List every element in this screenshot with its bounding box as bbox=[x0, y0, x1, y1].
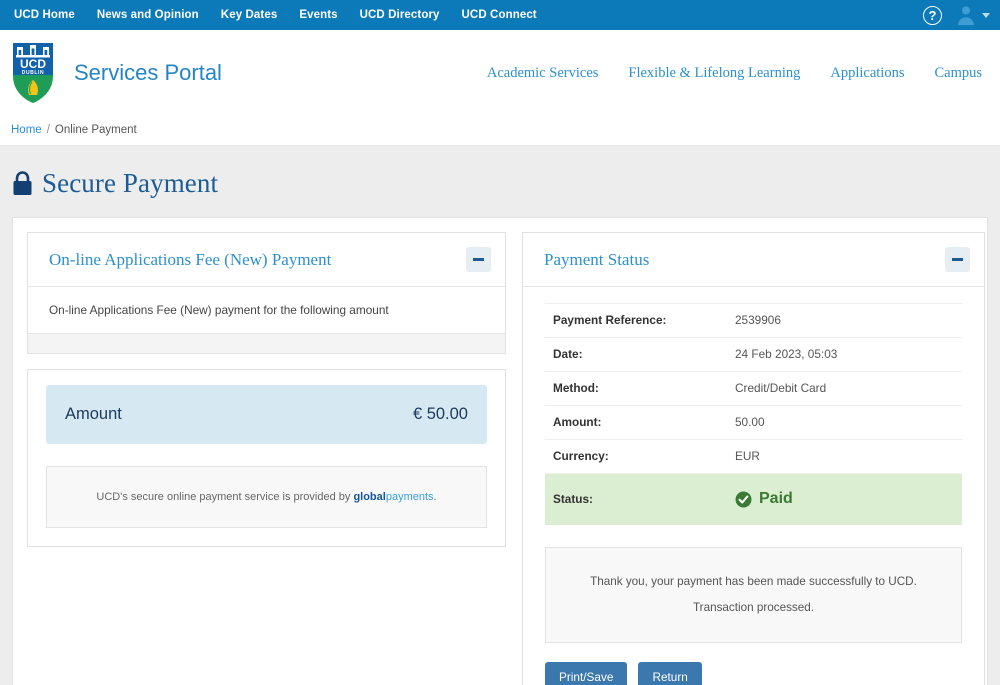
payment-status-panel-header: Payment Status bbox=[523, 233, 984, 287]
user-avatar-icon bbox=[958, 6, 974, 26]
row-value-payment-reference: 2539906 bbox=[735, 313, 781, 327]
nav-link-academic-services[interactable]: Academic Services bbox=[487, 65, 599, 82]
thank-you-line-2: Transaction processed. bbox=[692, 600, 815, 614]
nav-link-applications[interactable]: Applications bbox=[830, 65, 904, 82]
provider-note-prefix: UCD's secure online payment service is p… bbox=[96, 491, 354, 503]
topbar-link-news-and-opinion[interactable]: News and Opinion bbox=[97, 9, 199, 21]
fee-payment-panel: On-line Applications Fee (New) Payment O… bbox=[27, 232, 506, 354]
topbar-link-ucd-connect[interactable]: UCD Connect bbox=[462, 9, 537, 21]
svg-text:DUBLIN: DUBLIN bbox=[22, 70, 45, 76]
table-row: Date: 24 Feb 2023, 05:03 bbox=[545, 338, 962, 372]
breadcrumb: Home / Online Payment bbox=[0, 116, 1000, 146]
chevron-down-icon bbox=[982, 12, 990, 18]
amount-panel-body: Amount € 50.00 UCD's secure online payme… bbox=[28, 370, 505, 546]
content-container: On-line Applications Fee (New) Payment O… bbox=[12, 217, 988, 685]
nav-link-flexible-lifelong-learning[interactable]: Flexible & Lifelong Learning bbox=[628, 65, 800, 82]
question-mark-circle-icon[interactable]: ? bbox=[923, 5, 942, 25]
page-title-row: Secure Payment bbox=[0, 146, 1000, 217]
breadcrumb-current: Online Payment bbox=[54, 124, 137, 136]
page-body: Secure Payment On-line Applications Fee … bbox=[0, 146, 1000, 685]
fee-payment-collapse-button[interactable] bbox=[466, 247, 491, 272]
row-value-status: Paid bbox=[735, 474, 962, 525]
minus-icon bbox=[473, 258, 484, 261]
amount-value: € 50.00 bbox=[412, 405, 468, 423]
check-circle-icon bbox=[735, 491, 752, 507]
breadcrumb-link-home[interactable]: Home bbox=[11, 124, 42, 136]
fee-payment-panel-header: On-line Applications Fee (New) Payment bbox=[28, 233, 505, 287]
fee-payment-panel-title: On-line Applications Fee (New) Payment bbox=[49, 249, 332, 269]
left-column: On-line Applications Fee (New) Payment O… bbox=[27, 232, 506, 685]
payment-provider-note: UCD's secure online payment service is p… bbox=[46, 466, 487, 528]
status-badge: Paid bbox=[735, 490, 956, 508]
top-utility-links: UCD Home News and Opinion Key Dates Even… bbox=[14, 9, 537, 21]
padlock-icon bbox=[13, 171, 32, 195]
amount-panel: Amount € 50.00 UCD's secure online payme… bbox=[27, 369, 506, 547]
brand-header: UCD DUBLIN Services Portal Academic Serv… bbox=[0, 30, 1000, 116]
fee-payment-description: On-line Applications Fee (New) payment f… bbox=[49, 303, 389, 317]
provider-name-light: payments bbox=[385, 491, 434, 503]
thank-you-line-1: Thank you, your payment has been made su… bbox=[590, 575, 917, 588]
main-navigation: Academic Services Flexible & Lifelong Le… bbox=[487, 65, 982, 82]
nav-link-campus[interactable]: Campus bbox=[934, 65, 982, 82]
row-label-method: Method: bbox=[553, 381, 599, 395]
row-value-method: Credit/Debit Card bbox=[735, 381, 827, 395]
breadcrumb-separator: / bbox=[46, 124, 50, 136]
row-label-currency: Currency: bbox=[553, 449, 609, 463]
payment-status-panel-body: Payment Reference: 2539906 Date: 24 Feb … bbox=[523, 287, 984, 685]
fee-payment-panel-body: On-line Applications Fee (New) payment f… bbox=[28, 287, 505, 333]
table-row-status: Status: Paid bbox=[545, 473, 962, 525]
payment-details-table: Payment Reference: 2539906 Date: 24 Feb … bbox=[545, 303, 962, 525]
table-row: Currency: EUR bbox=[545, 440, 962, 474]
page-title: Secure Payment bbox=[42, 168, 219, 198]
payment-status-panel-title: Payment Status bbox=[544, 249, 650, 269]
table-row: Amount: 50.00 bbox=[545, 406, 962, 440]
user-menu[interactable] bbox=[955, 4, 990, 26]
right-column: Payment Status Payment Reference: 253990… bbox=[522, 232, 985, 685]
table-row: Payment Reference: 2539906 bbox=[545, 303, 962, 338]
page-brand-title: Services Portal bbox=[74, 60, 222, 85]
row-value-currency: EUR bbox=[735, 449, 760, 463]
svg-text:UCD: UCD bbox=[20, 57, 46, 71]
table-row: Method: Credit/Debit Card bbox=[545, 372, 962, 406]
ucd-dublin-crest-logo[interactable]: UCD DUBLIN bbox=[12, 42, 54, 104]
top-utility-actions: ? bbox=[923, 0, 990, 30]
provider-note-suffix: . bbox=[433, 491, 437, 503]
print-save-button[interactable]: Print/Save bbox=[545, 662, 628, 685]
row-label-amount: Amount: bbox=[553, 415, 602, 429]
topbar-link-ucd-directory[interactable]: UCD Directory bbox=[360, 9, 440, 21]
top-utility-bar: UCD Home News and Opinion Key Dates Even… bbox=[0, 0, 1000, 30]
payment-status-panel: Payment Status Payment Reference: 253990… bbox=[522, 232, 985, 685]
fee-payment-panel-footer bbox=[28, 333, 505, 353]
amount-label: Amount bbox=[65, 405, 122, 423]
action-button-row: Print/Save Return bbox=[545, 662, 962, 685]
row-label-date: Date: bbox=[553, 347, 583, 361]
payment-status-collapse-button[interactable] bbox=[945, 247, 970, 272]
row-label-status: Status: bbox=[553, 492, 593, 506]
return-button[interactable]: Return bbox=[638, 662, 702, 685]
provider-name-bold: global bbox=[353, 491, 386, 503]
row-value-amount: 50.00 bbox=[735, 415, 765, 429]
topbar-link-key-dates[interactable]: Key Dates bbox=[221, 9, 278, 21]
topbar-link-events[interactable]: Events bbox=[299, 9, 337, 21]
row-value-date: 24 Feb 2023, 05:03 bbox=[735, 347, 838, 361]
global-payments-link[interactable]: globalpayments bbox=[353, 491, 433, 503]
row-label-payment-reference: Payment Reference: bbox=[553, 313, 667, 327]
topbar-link-ucd-home[interactable]: UCD Home bbox=[14, 9, 75, 21]
status-text: Paid bbox=[759, 490, 793, 507]
thank-you-message: Thank you, your payment has been made su… bbox=[545, 547, 962, 644]
amount-summary-box: Amount € 50.00 bbox=[46, 385, 487, 444]
minus-icon bbox=[952, 258, 963, 261]
